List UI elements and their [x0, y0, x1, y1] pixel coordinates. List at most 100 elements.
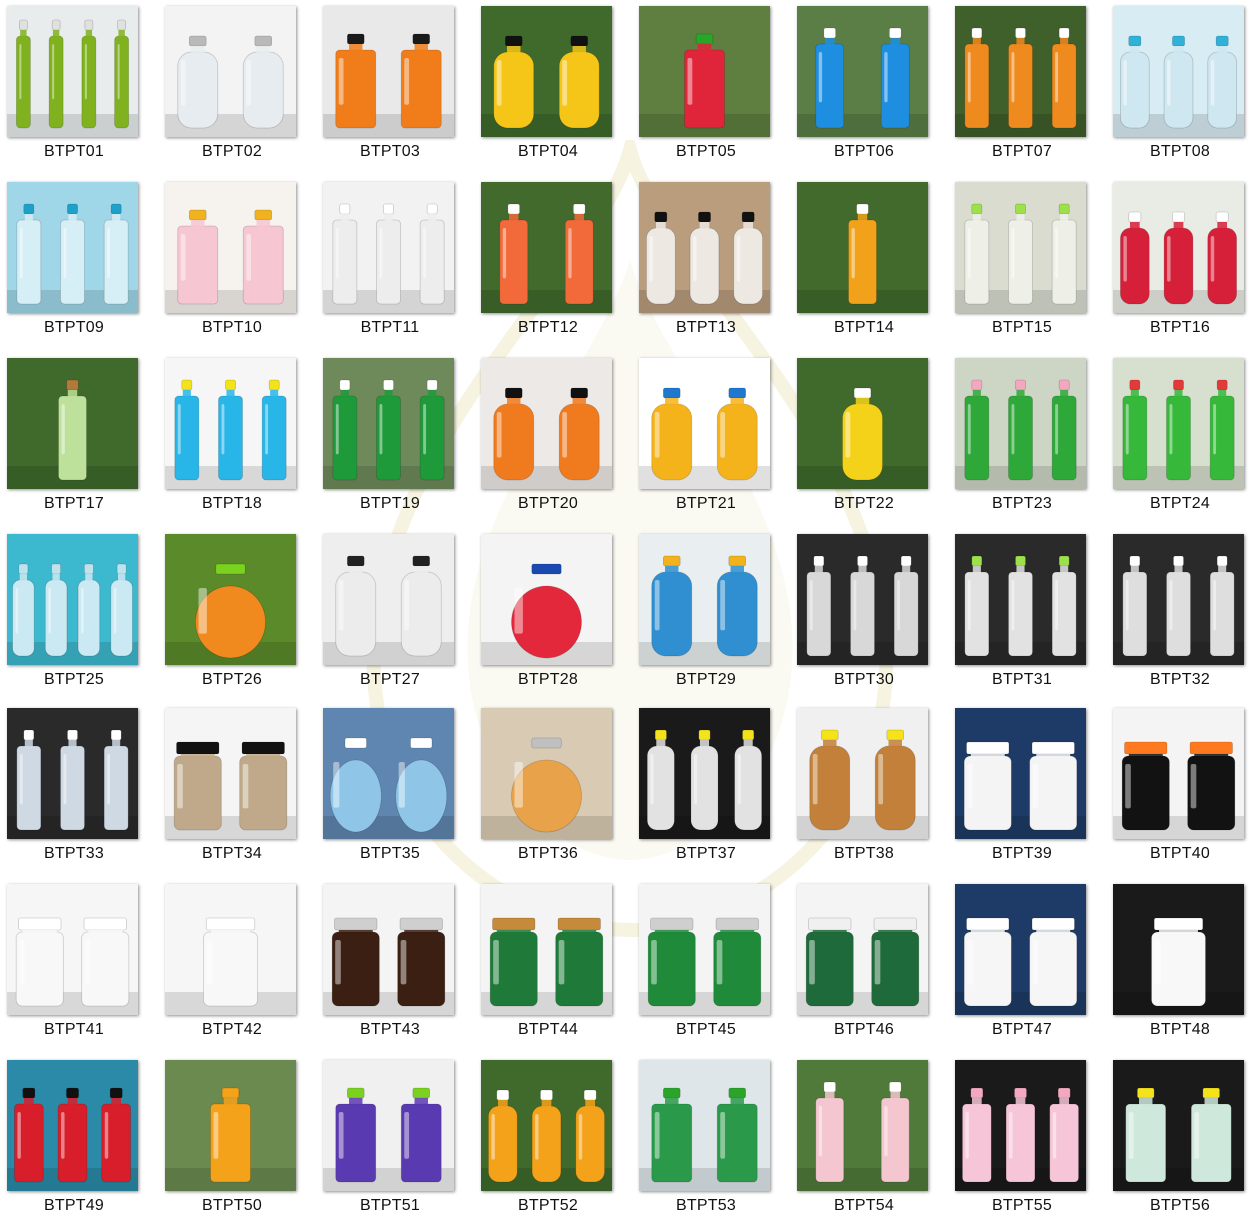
- product-thumbnail[interactable]: [1113, 358, 1244, 489]
- gallery-item[interactable]: BTPT04: [474, 0, 632, 176]
- product-thumbnail[interactable]: [639, 182, 770, 313]
- product-thumbnail[interactable]: [639, 534, 770, 665]
- gallery-item[interactable]: BTPT08: [1106, 0, 1249, 176]
- gallery-item[interactable]: BTPT11: [316, 176, 474, 352]
- product-thumbnail[interactable]: [481, 534, 612, 665]
- product-thumbnail[interactable]: [165, 182, 296, 313]
- product-thumbnail[interactable]: [7, 358, 138, 489]
- product-thumbnail[interactable]: [797, 534, 928, 665]
- gallery-item[interactable]: BTPT26: [158, 528, 316, 704]
- gallery-item[interactable]: BTPT42: [158, 878, 316, 1054]
- gallery-item[interactable]: BTPT48: [1106, 878, 1249, 1054]
- product-thumbnail[interactable]: [481, 708, 612, 839]
- gallery-item[interactable]: BTPT50: [158, 1054, 316, 1230]
- gallery-item[interactable]: BTPT21: [632, 352, 790, 528]
- product-thumbnail[interactable]: [1113, 534, 1244, 665]
- product-thumbnail[interactable]: [955, 182, 1086, 313]
- product-thumbnail[interactable]: [165, 1060, 296, 1191]
- gallery-item[interactable]: BTPT23: [948, 352, 1106, 528]
- gallery-item[interactable]: BTPT46: [790, 878, 948, 1054]
- gallery-item[interactable]: BTPT15: [948, 176, 1106, 352]
- gallery-item[interactable]: BTPT19: [316, 352, 474, 528]
- gallery-item[interactable]: BTPT40: [1106, 702, 1249, 878]
- gallery-item[interactable]: BTPT06: [790, 0, 948, 176]
- gallery-item[interactable]: BTPT44: [474, 878, 632, 1054]
- gallery-item[interactable]: BTPT16: [1106, 176, 1249, 352]
- product-thumbnail[interactable]: [7, 534, 138, 665]
- gallery-item[interactable]: BTPT41: [0, 878, 158, 1054]
- gallery-item[interactable]: BTPT28: [474, 528, 632, 704]
- gallery-item[interactable]: BTPT18: [158, 352, 316, 528]
- product-thumbnail[interactable]: [165, 884, 296, 1015]
- product-thumbnail[interactable]: [1113, 1060, 1244, 1191]
- product-thumbnail[interactable]: [323, 884, 454, 1015]
- gallery-item[interactable]: BTPT22: [790, 352, 948, 528]
- product-thumbnail[interactable]: [955, 1060, 1086, 1191]
- gallery-item[interactable]: BTPT17: [0, 352, 158, 528]
- product-thumbnail[interactable]: [639, 358, 770, 489]
- gallery-item[interactable]: BTPT53: [632, 1054, 790, 1230]
- product-thumbnail[interactable]: [323, 534, 454, 665]
- product-thumbnail[interactable]: [323, 6, 454, 137]
- product-thumbnail[interactable]: [797, 182, 928, 313]
- gallery-item[interactable]: BTPT13: [632, 176, 790, 352]
- gallery-item[interactable]: BTPT09: [0, 176, 158, 352]
- product-thumbnail[interactable]: [955, 884, 1086, 1015]
- product-thumbnail[interactable]: [7, 1060, 138, 1191]
- gallery-item[interactable]: BTPT10: [158, 176, 316, 352]
- gallery-item[interactable]: BTPT52: [474, 1054, 632, 1230]
- gallery-item[interactable]: BTPT05: [632, 0, 790, 176]
- product-thumbnail[interactable]: [797, 708, 928, 839]
- product-thumbnail[interactable]: [955, 358, 1086, 489]
- product-thumbnail[interactable]: [955, 708, 1086, 839]
- gallery-item[interactable]: BTPT56: [1106, 1054, 1249, 1230]
- product-thumbnail[interactable]: [481, 6, 612, 137]
- product-thumbnail[interactable]: [1113, 884, 1244, 1015]
- product-thumbnail[interactable]: [7, 6, 138, 137]
- gallery-item[interactable]: BTPT33: [0, 702, 158, 878]
- gallery-item[interactable]: BTPT31: [948, 528, 1106, 704]
- gallery-item[interactable]: BTPT49: [0, 1054, 158, 1230]
- product-thumbnail[interactable]: [165, 6, 296, 137]
- gallery-item[interactable]: BTPT36: [474, 702, 632, 878]
- product-thumbnail[interactable]: [955, 6, 1086, 137]
- product-thumbnail[interactable]: [7, 182, 138, 313]
- product-thumbnail[interactable]: [165, 358, 296, 489]
- product-thumbnail[interactable]: [797, 6, 928, 137]
- product-thumbnail[interactable]: [639, 884, 770, 1015]
- product-thumbnail[interactable]: [797, 884, 928, 1015]
- product-thumbnail[interactable]: [1113, 708, 1244, 839]
- gallery-item[interactable]: BTPT02: [158, 0, 316, 176]
- product-thumbnail[interactable]: [797, 358, 928, 489]
- gallery-item[interactable]: BTPT37: [632, 702, 790, 878]
- product-thumbnail[interactable]: [639, 1060, 770, 1191]
- product-thumbnail[interactable]: [639, 708, 770, 839]
- product-thumbnail[interactable]: [1113, 6, 1244, 137]
- product-thumbnail[interactable]: [7, 708, 138, 839]
- gallery-item[interactable]: BTPT27: [316, 528, 474, 704]
- gallery-item[interactable]: BTPT35: [316, 702, 474, 878]
- gallery-item[interactable]: BTPT01: [0, 0, 158, 176]
- product-thumbnail[interactable]: [481, 182, 612, 313]
- gallery-item[interactable]: BTPT20: [474, 352, 632, 528]
- product-thumbnail[interactable]: [481, 358, 612, 489]
- product-thumbnail[interactable]: [323, 708, 454, 839]
- product-thumbnail[interactable]: [955, 534, 1086, 665]
- gallery-item[interactable]: BTPT24: [1106, 352, 1249, 528]
- gallery-item[interactable]: BTPT39: [948, 702, 1106, 878]
- product-thumbnail[interactable]: [7, 884, 138, 1015]
- product-thumbnail[interactable]: [481, 1060, 612, 1191]
- product-thumbnail[interactable]: [797, 1060, 928, 1191]
- gallery-item[interactable]: BTPT45: [632, 878, 790, 1054]
- product-thumbnail[interactable]: [323, 182, 454, 313]
- product-thumbnail[interactable]: [639, 6, 770, 137]
- gallery-item[interactable]: BTPT07: [948, 0, 1106, 176]
- gallery-item[interactable]: BTPT43: [316, 878, 474, 1054]
- gallery-item[interactable]: BTPT55: [948, 1054, 1106, 1230]
- gallery-item[interactable]: BTPT32: [1106, 528, 1249, 704]
- product-thumbnail[interactable]: [323, 358, 454, 489]
- gallery-item[interactable]: BTPT25: [0, 528, 158, 704]
- gallery-item[interactable]: BTPT54: [790, 1054, 948, 1230]
- gallery-item[interactable]: BTPT47: [948, 878, 1106, 1054]
- gallery-item[interactable]: BTPT14: [790, 176, 948, 352]
